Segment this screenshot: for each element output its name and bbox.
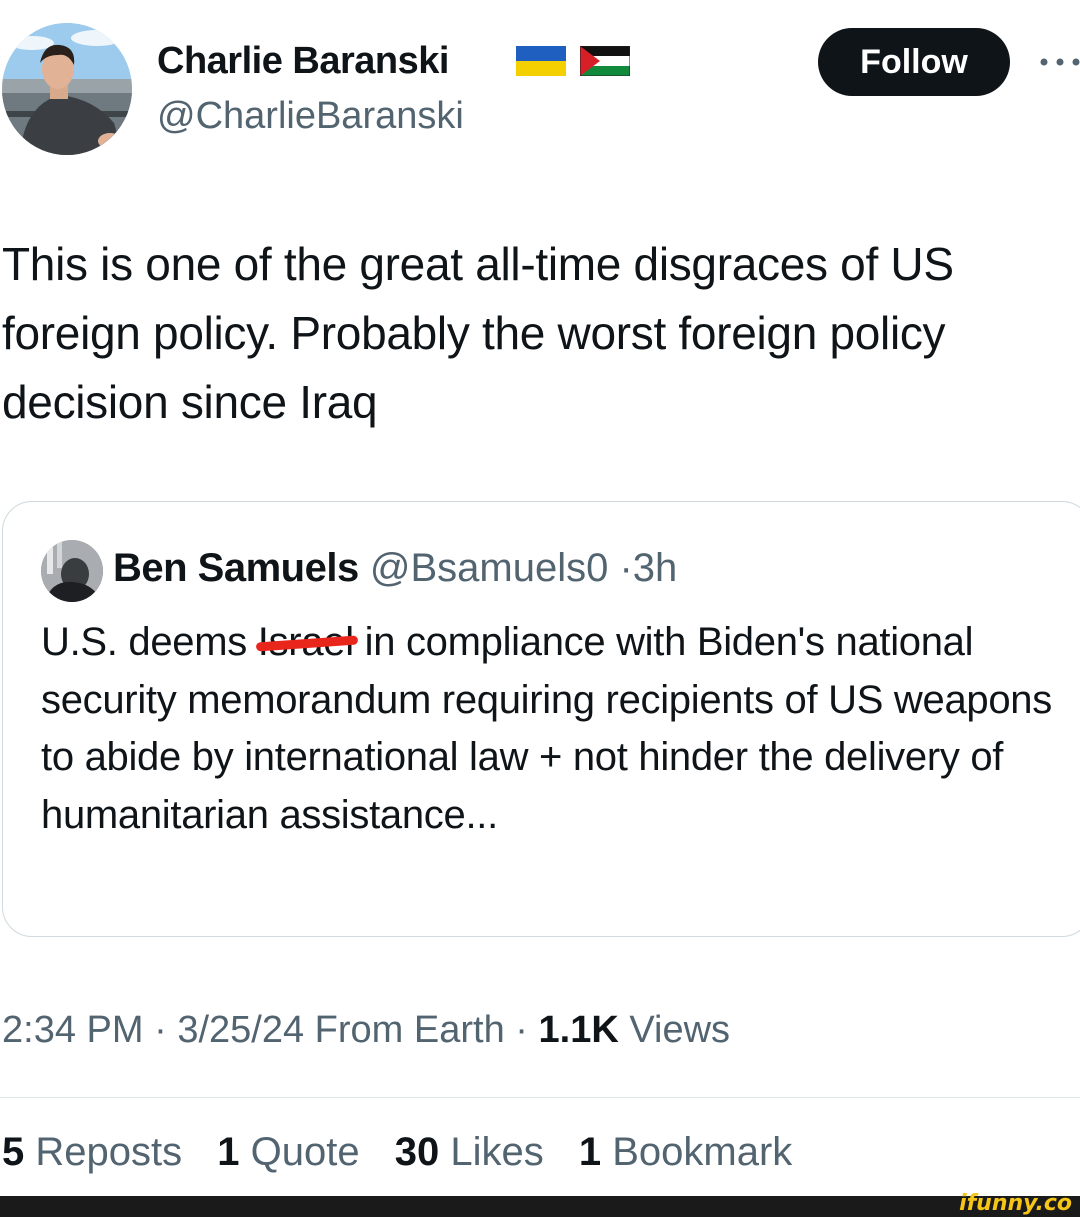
divider: [0, 1097, 1080, 1098]
quoted-author-handle[interactable]: @Bsamuels0: [370, 546, 608, 590]
tweet-text: This is one of the great all-time disgra…: [2, 238, 954, 428]
redacted-word: Israel: [258, 614, 354, 672]
stat-count: 1: [578, 1130, 602, 1174]
author-handle[interactable]: @CharlieBaranski: [157, 95, 464, 138]
quoted-text: U.S. deems Israel in compliance with Bid…: [41, 614, 1061, 844]
views-count: 1.1K: [538, 1009, 619, 1051]
tweet-time[interactable]: 2:34 PM: [2, 1009, 144, 1051]
quoted-author-avatar[interactable]: [41, 540, 103, 602]
quoted-author-name[interactable]: Ben Samuels: [113, 546, 359, 590]
ukraine-flag-icon: [516, 46, 566, 81]
watermark-bar: ifunny.co: [0, 1191, 1080, 1217]
author-avatar[interactable]: [2, 23, 132, 155]
quoted-tweet-card[interactable]: Ben Samuels @Bsamuels0 ·3h U.S. deems Is…: [2, 501, 1080, 937]
author-photo: [2, 23, 132, 155]
tweet-date[interactable]: 3/25/24: [177, 1009, 304, 1051]
quoted-separator: ·: [619, 546, 633, 590]
tweet-source: From Earth: [314, 1009, 505, 1051]
stat-reposts[interactable]: 5 Reposts: [2, 1130, 182, 1174]
ifunny-watermark: ifunny.co: [959, 1191, 1072, 1216]
stat-count: 30: [394, 1130, 440, 1174]
meta-separator: ·: [143, 1009, 178, 1051]
quoted-time[interactable]: 3h: [633, 546, 678, 590]
stat-label: Reposts: [35, 1130, 183, 1174]
palestine-flag-icon: [579, 45, 631, 81]
stat-likes[interactable]: 30 Likes: [395, 1130, 544, 1174]
quoted-author-photo: [41, 540, 103, 602]
more-options-icon[interactable]: [1040, 54, 1080, 70]
stat-quotes[interactable]: 1 Quote: [217, 1130, 359, 1174]
quoted-header: Ben Samuels @Bsamuels0 ·3h: [113, 546, 677, 591]
follow-button[interactable]: Follow: [818, 28, 1010, 96]
engagement-stats: 5 Reposts 1 Quote 30 Likes 1 Bookmark: [2, 1130, 816, 1175]
stat-label: Quote: [250, 1130, 360, 1174]
views-label: Views: [629, 1009, 731, 1051]
quoted-text-before: U.S. deems: [41, 620, 258, 664]
author-name[interactable]: Charlie Baranski: [157, 40, 449, 83]
stat-bookmarks[interactable]: 1 Bookmark: [579, 1130, 792, 1174]
stat-label: Likes: [450, 1130, 544, 1174]
tweet-meta: 2:34 PM · 3/25/24 From Earth · 1.1K View…: [2, 1009, 730, 1052]
meta-separator: ·: [504, 1009, 539, 1051]
stat-count: 5: [2, 1130, 25, 1174]
stat-count: 1: [217, 1130, 240, 1174]
stat-label: Bookmark: [612, 1130, 793, 1174]
